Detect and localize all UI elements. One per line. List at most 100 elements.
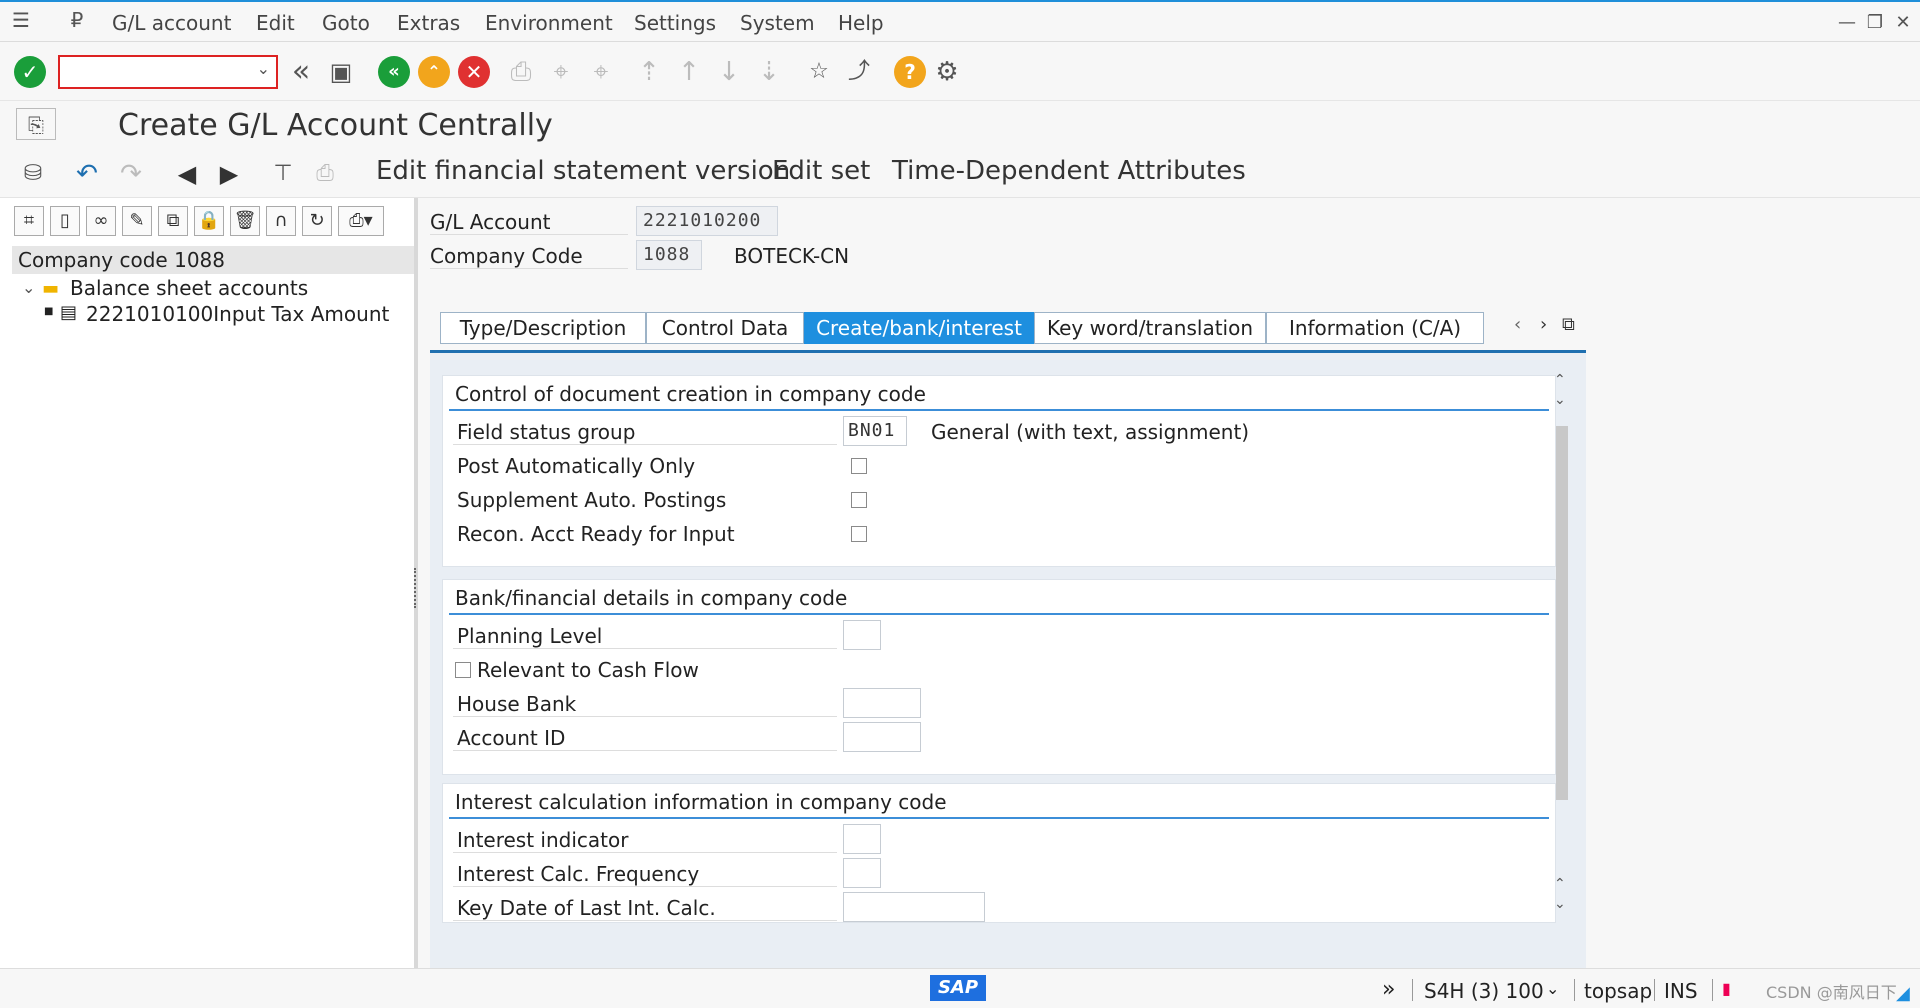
scroll-up-icon[interactable]: ⌃ xyxy=(1554,876,1566,892)
undo-icon[interactable]: ↶ xyxy=(72,158,102,190)
restore-icon[interactable]: ❐ xyxy=(1864,12,1886,33)
refresh-icon[interactable]: ↻ xyxy=(302,206,332,236)
redo-icon[interactable]: ↷ xyxy=(116,158,146,190)
key-date-field[interactable] xyxy=(843,892,985,922)
scroll-down-icon[interactable]: ⌄ xyxy=(1554,896,1566,912)
pencil-icon[interactable]: ✎ xyxy=(122,206,152,236)
cash-flow-label: Relevant to Cash Flow xyxy=(477,658,699,682)
sap-logo-menu-icon[interactable]: ₽ xyxy=(62,4,92,36)
interest-frequency-field[interactable] xyxy=(843,858,881,888)
house-bank-field[interactable] xyxy=(843,688,921,718)
resize-grip-icon[interactable]: ◢ xyxy=(1896,983,1910,1004)
menu-edit[interactable]: Edit xyxy=(256,11,295,35)
tab-list-icon[interactable]: ⧉ xyxy=(1562,314,1575,335)
cancel-icon[interactable]: ✕ xyxy=(458,56,490,88)
enter-icon[interactable]: ✓ xyxy=(14,56,46,88)
where-used-icon[interactable]: ⊤ xyxy=(268,158,298,190)
edit-set-button[interactable]: Edit set xyxy=(772,156,870,186)
last-page-icon[interactable]: ⇣ xyxy=(754,56,784,88)
help-icon[interactable]: ? xyxy=(894,56,926,88)
shortcut-icon[interactable]: ⤴ xyxy=(844,56,874,88)
scroll-up-icon[interactable]: ⌃ xyxy=(1554,372,1566,388)
field-status-group-label: Field status group xyxy=(453,420,837,445)
command-field[interactable]: ⌄ xyxy=(58,55,278,89)
collapse-icon[interactable]: ⌄ xyxy=(22,278,35,297)
object-services-icon[interactable]: ⎘ xyxy=(16,108,56,140)
gl-account-field[interactable]: 2221010200 xyxy=(636,206,778,236)
menu-environment[interactable]: Environment xyxy=(485,11,613,35)
company-code-field[interactable]: 1088 xyxy=(636,240,702,270)
find-icon[interactable]: ⌖ xyxy=(546,56,576,88)
interest-frequency-label: Interest Calc. Frequency xyxy=(453,862,837,887)
tab-key-word-translation[interactable]: Key word/translation xyxy=(1034,312,1266,344)
menu-bar: ☰ ₽ G/L account Edit Goto Extras Environ… xyxy=(0,0,1920,42)
binoculars-icon[interactable]: ⌗ xyxy=(14,206,44,236)
cash-flow-checkbox[interactable] xyxy=(455,662,471,678)
print-icon[interactable]: ⎙ xyxy=(506,56,536,88)
tab-control-data[interactable]: Control Data xyxy=(646,312,804,344)
tab-information-ca[interactable]: Information (C/A) xyxy=(1266,312,1484,344)
separator xyxy=(1712,979,1713,1001)
other-object-icon[interactable]: ⛁ xyxy=(18,158,48,190)
command-input[interactable] xyxy=(64,59,240,85)
next-icon[interactable]: ▶ xyxy=(214,158,244,190)
menu-settings[interactable]: Settings xyxy=(634,11,716,35)
status-expand-icon[interactable]: » xyxy=(1382,977,1395,1002)
host-name: topsap xyxy=(1584,979,1653,1003)
group-interest-calc: Interest calculation information in comp… xyxy=(442,783,1556,923)
new-document-icon[interactable]: ▯ xyxy=(50,206,80,236)
print-options-icon[interactable]: ⎙▾ xyxy=(338,206,384,236)
field-status-group-field[interactable]: BN01 xyxy=(843,416,907,446)
edit-fs-version-button[interactable]: Edit financial statement version xyxy=(376,156,790,186)
time-dependent-attributes-button[interactable]: Time-Dependent Attributes xyxy=(892,156,1246,186)
close-window-icon[interactable]: ✕ xyxy=(1892,12,1914,33)
recon-ready-checkbox[interactable] xyxy=(851,526,867,542)
interest-indicator-field[interactable] xyxy=(843,824,881,854)
trash-icon[interactable]: 🗑 xyxy=(230,206,260,236)
first-page-icon[interactable]: ⇡ xyxy=(634,56,664,88)
tab-type-description[interactable]: Type/Description xyxy=(440,312,646,344)
tab-create-bank-interest[interactable]: Create/bank/interest xyxy=(804,312,1034,344)
scroll-down-icon[interactable]: ⌄ xyxy=(1554,392,1566,408)
save-icon[interactable]: ▣ xyxy=(326,56,356,88)
tab-scroll-left-icon[interactable]: ‹ xyxy=(1514,314,1521,335)
pane-splitter[interactable] xyxy=(414,568,418,608)
house-bank-label: House Bank xyxy=(453,692,837,717)
tab-scroll-right-icon[interactable]: › xyxy=(1540,314,1547,335)
double-chevron-left-icon[interactable]: « xyxy=(286,56,316,88)
tree-folder-label[interactable]: Balance sheet accounts xyxy=(70,276,308,300)
chevron-down-icon[interactable]: ⌄ xyxy=(1546,979,1559,998)
insert-mode[interactable]: INS xyxy=(1664,979,1698,1003)
planning-level-field[interactable] xyxy=(843,620,881,650)
menu-goto[interactable]: Goto xyxy=(322,11,370,35)
minimize-icon[interactable]: — xyxy=(1836,12,1858,33)
menu-extras[interactable]: Extras xyxy=(397,11,460,35)
display-icon[interactable]: ∞ xyxy=(86,206,116,236)
create-session-icon[interactable]: ☆ xyxy=(804,56,834,88)
account-id-field[interactable] xyxy=(843,722,921,752)
recon-ready-label: Recon. Acct Ready for Input xyxy=(457,522,735,546)
headset-icon[interactable]: ∩ xyxy=(266,206,296,236)
document-icon[interactable]: ⎙ xyxy=(310,158,340,190)
find-next-icon[interactable]: ⌖ xyxy=(586,56,616,88)
menu-icon[interactable]: ☰ xyxy=(6,4,36,36)
copy-icon[interactable]: ⧉ xyxy=(158,206,188,236)
menu-help[interactable]: Help xyxy=(838,11,884,35)
previous-icon[interactable]: ◀ xyxy=(172,158,202,190)
vertical-scrollbar[interactable]: ⌃ ⌄ ⌃ ⌄ xyxy=(1554,372,1570,922)
gear-icon[interactable]: ⚙ xyxy=(932,56,962,88)
group-title: Control of document creation in company … xyxy=(455,382,926,406)
tree-item-label[interactable]: 2221010100Input Tax Amount xyxy=(86,302,389,326)
back-icon[interactable]: « xyxy=(378,56,410,88)
menu-system[interactable]: System xyxy=(740,11,815,35)
menu-gl-account[interactable]: G/L account xyxy=(112,11,231,35)
folder-icon: ▬ xyxy=(42,278,60,299)
post-auto-checkbox[interactable] xyxy=(851,458,867,474)
exit-icon[interactable]: ⌃ xyxy=(418,56,450,88)
lock-icon[interactable]: 🔒 xyxy=(194,206,224,236)
scrollbar-thumb[interactable] xyxy=(1556,426,1568,800)
supplement-auto-checkbox[interactable] xyxy=(851,492,867,508)
chevron-down-icon[interactable]: ⌄ xyxy=(257,59,270,78)
next-page-icon[interactable]: ↓ xyxy=(714,56,744,88)
previous-page-icon[interactable]: ↑ xyxy=(674,56,704,88)
